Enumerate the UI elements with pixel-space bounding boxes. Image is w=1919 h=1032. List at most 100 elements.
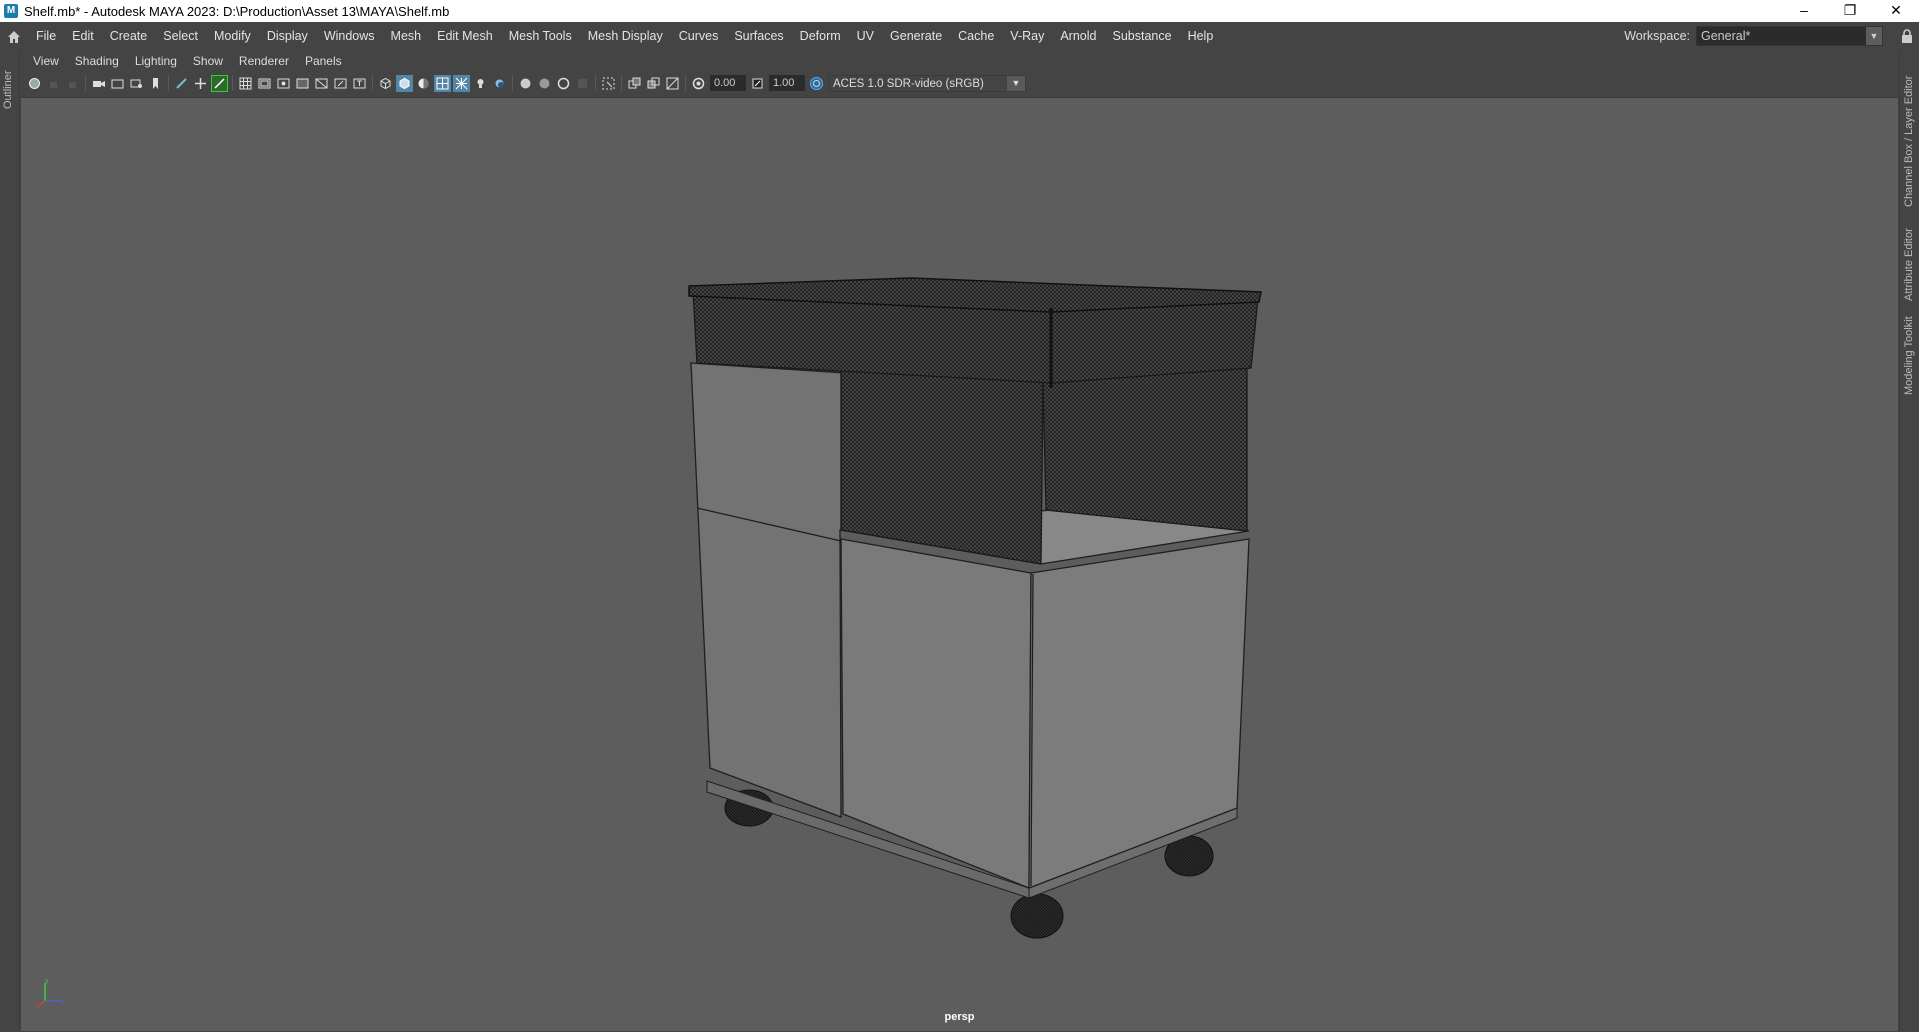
xray-joints-icon[interactable] bbox=[173, 75, 190, 92]
camera-attributes-icon[interactable] bbox=[64, 75, 81, 92]
minimize-button[interactable]: – bbox=[1781, 0, 1827, 22]
outliner-tab[interactable]: Outliner bbox=[2, 59, 16, 109]
workspace-selector: Workspace: General* ▼ bbox=[1624, 26, 1883, 46]
menu-help[interactable]: Help bbox=[1180, 22, 1222, 51]
lock-icon[interactable] bbox=[1901, 29, 1913, 43]
xray-active-components-icon[interactable] bbox=[645, 75, 662, 92]
3d-viewport[interactable]: y z persp bbox=[21, 97, 1898, 1031]
gate-mask-icon[interactable] bbox=[294, 75, 311, 92]
menu-edit-mesh[interactable]: Edit Mesh bbox=[429, 22, 501, 51]
maya-logo-icon: M bbox=[4, 4, 18, 18]
screen-space-ao-icon[interactable] bbox=[517, 75, 534, 92]
viewport-panel: View Shading Lighting Show Renderer Pane… bbox=[21, 51, 1898, 1031]
menu-create[interactable]: Create bbox=[102, 22, 156, 51]
home-icon[interactable] bbox=[0, 23, 28, 51]
workspace-dropdown[interactable]: General* ▼ bbox=[1696, 26, 1883, 46]
lock-camera-icon[interactable] bbox=[45, 75, 62, 92]
maximize-button[interactable]: ❐ bbox=[1827, 0, 1873, 22]
title-bar: M Shelf.mb* - Autodesk MAYA 2023: D:\Pro… bbox=[0, 0, 1919, 22]
safe-title-icon[interactable] bbox=[351, 75, 368, 92]
left-side-strip: Outliner bbox=[0, 51, 20, 1031]
modeling-toolkit-tab[interactable]: Modeling Toolkit bbox=[1903, 315, 1915, 395]
toolbar-separator bbox=[372, 75, 373, 91]
depth-of-field-icon[interactable] bbox=[574, 75, 591, 92]
backface-culling-icon[interactable] bbox=[664, 75, 681, 92]
menu-cache[interactable]: Cache bbox=[950, 22, 1002, 51]
menu-display[interactable]: Display bbox=[259, 22, 316, 51]
attribute-editor-tab[interactable]: Attribute Editor bbox=[1903, 221, 1915, 301]
wireframe-icon[interactable] bbox=[377, 75, 394, 92]
grid-icon[interactable] bbox=[237, 75, 254, 92]
menu-curves[interactable]: Curves bbox=[671, 22, 727, 51]
2d-pan-zoom-icon[interactable] bbox=[128, 75, 145, 92]
menu-vray[interactable]: V-Ray bbox=[1002, 22, 1052, 51]
menu-mesh[interactable]: Mesh bbox=[383, 22, 430, 51]
image-plane-icon[interactable] bbox=[109, 75, 126, 92]
chevron-down-icon[interactable]: ▼ bbox=[1007, 75, 1025, 91]
menu-windows[interactable]: Windows bbox=[316, 22, 383, 51]
toolbar-separator bbox=[168, 75, 169, 91]
panel-menu-shading[interactable]: Shading bbox=[67, 54, 127, 68]
bookmark-icon[interactable] bbox=[90, 75, 107, 92]
svg-text:z: z bbox=[60, 999, 64, 1006]
panel-toolbar: 0.00 1.00 ACES 1.0 SDR-video (sRGB) ▼ bbox=[21, 71, 1898, 95]
xray-icon[interactable] bbox=[626, 75, 643, 92]
close-button[interactable]: ✕ bbox=[1873, 0, 1919, 22]
multisample-aa-icon[interactable] bbox=[555, 75, 572, 92]
isolate-select-icon[interactable] bbox=[192, 75, 209, 92]
resolution-gate-icon[interactable] bbox=[275, 75, 292, 92]
field-chart-icon[interactable] bbox=[313, 75, 330, 92]
use-all-lights-icon[interactable] bbox=[472, 75, 489, 92]
menu-file[interactable]: File bbox=[28, 22, 64, 51]
menu-surfaces[interactable]: Surfaces bbox=[726, 22, 791, 51]
chevron-down-icon[interactable]: ▼ bbox=[1866, 27, 1882, 45]
toolbar-separator bbox=[85, 75, 86, 91]
panel-menu-bar: View Shading Lighting Show Renderer Pane… bbox=[21, 51, 350, 71]
wireframe-on-shaded-icon[interactable] bbox=[211, 74, 228, 92]
safe-action-icon[interactable] bbox=[332, 75, 349, 92]
menu-modify[interactable]: Modify bbox=[206, 22, 259, 51]
panel-menu-panels[interactable]: Panels bbox=[297, 54, 350, 68]
select-camera-icon[interactable] bbox=[26, 75, 43, 92]
wicker-panel[interactable] bbox=[840, 367, 1044, 565]
menu-generate[interactable]: Generate bbox=[882, 22, 950, 51]
film-gate-icon[interactable] bbox=[256, 75, 273, 92]
exposure-icon[interactable] bbox=[690, 75, 707, 92]
textured-icon[interactable] bbox=[453, 74, 470, 92]
wheel[interactable] bbox=[1010, 893, 1064, 939]
panel-menu-view[interactable]: View bbox=[25, 54, 67, 68]
menu-substance[interactable]: Substance bbox=[1104, 22, 1179, 51]
gamma-icon[interactable] bbox=[749, 75, 766, 92]
front-door-right[interactable] bbox=[1028, 538, 1250, 889]
panel-menu-lighting[interactable]: Lighting bbox=[127, 54, 185, 68]
isolate-view-icon[interactable] bbox=[600, 75, 617, 92]
panel-menu-renderer[interactable]: Renderer bbox=[231, 54, 297, 68]
wireframe-on-shaded-toggle-icon[interactable] bbox=[434, 74, 451, 92]
channel-box-tab[interactable]: Channel Box / Layer Editor bbox=[1903, 57, 1915, 207]
toolbar-separator bbox=[621, 75, 622, 91]
color-space-dropdown[interactable]: ACES 1.0 SDR-video (sRGB) ▼ bbox=[828, 74, 1026, 92]
workspace-value: General* bbox=[1701, 29, 1751, 43]
panel-menu-show[interactable]: Show bbox=[185, 54, 231, 68]
default-material-icon[interactable] bbox=[415, 75, 432, 92]
wicker-panel[interactable] bbox=[1042, 365, 1248, 532]
menu-uv[interactable]: UV bbox=[849, 22, 882, 51]
smooth-shade-icon[interactable] bbox=[396, 74, 413, 92]
menu-select[interactable]: Select bbox=[155, 22, 206, 51]
motion-blur-icon[interactable] bbox=[536, 75, 553, 92]
toolbar-separator bbox=[685, 75, 686, 91]
shadows-icon[interactable] bbox=[491, 75, 508, 92]
menu-arnold[interactable]: Arnold bbox=[1052, 22, 1104, 51]
side-panel[interactable] bbox=[690, 362, 862, 818]
menu-edit[interactable]: Edit bbox=[64, 22, 102, 51]
toolbar-separator bbox=[512, 75, 513, 91]
grease-pencil-icon[interactable] bbox=[147, 75, 164, 92]
gamma-field[interactable]: 1.00 bbox=[769, 75, 805, 91]
menu-deform[interactable]: Deform bbox=[792, 22, 849, 51]
shelf-model[interactable] bbox=[21, 98, 1898, 1032]
menu-mesh-tools[interactable]: Mesh Tools bbox=[501, 22, 580, 51]
view-transform-icon[interactable] bbox=[808, 75, 825, 92]
exposure-field[interactable]: 0.00 bbox=[710, 75, 746, 91]
menu-mesh-display[interactable]: Mesh Display bbox=[580, 22, 671, 51]
camera-label: persp bbox=[944, 1011, 975, 1023]
